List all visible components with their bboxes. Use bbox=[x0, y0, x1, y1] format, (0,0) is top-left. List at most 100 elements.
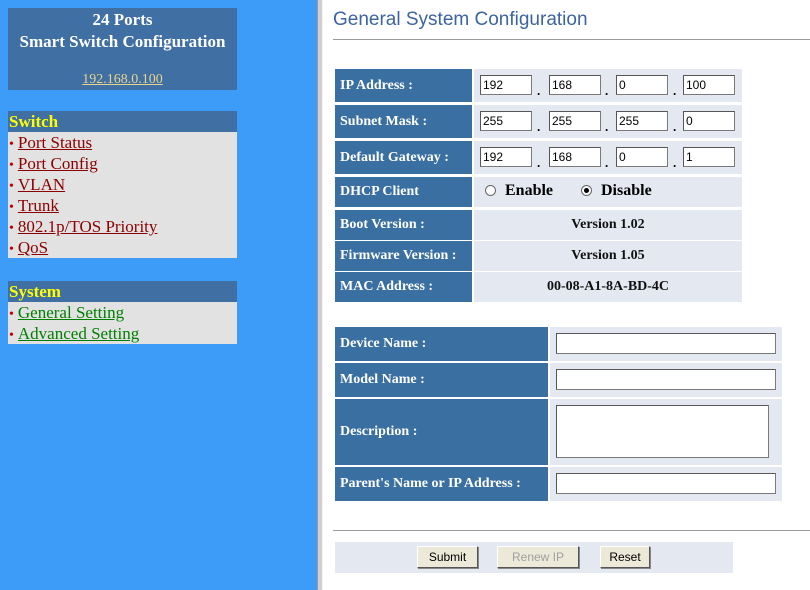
dhcp-label: DHCP Client bbox=[335, 177, 472, 207]
bullet-icon: • bbox=[9, 158, 14, 173]
bullet-icon: • bbox=[9, 328, 14, 343]
switch-menu-title: Switch bbox=[8, 111, 237, 132]
ip-octet-1[interactable] bbox=[480, 75, 532, 95]
gateway-cell: . . . bbox=[474, 141, 742, 174]
gateway-octet-1[interactable] bbox=[480, 147, 532, 167]
device-name-row: Device Name : bbox=[335, 327, 782, 361]
nav-item-general-setting[interactable]: • General Setting bbox=[8, 302, 237, 323]
nav-item-port-config[interactable]: • Port Config bbox=[8, 153, 237, 174]
ip-dot: . bbox=[537, 83, 541, 98]
ip-address-cell: . . . bbox=[474, 69, 742, 102]
device-ports-title: 24 Ports bbox=[92, 10, 153, 29]
model-name-label: Model Name : bbox=[335, 363, 548, 397]
nav-link-advanced-setting[interactable]: Advanced Setting bbox=[18, 324, 139, 343]
nav-link-vlan[interactable]: VLAN bbox=[18, 175, 65, 194]
submit-button[interactable]: Submit bbox=[417, 546, 478, 568]
mask-octet-1[interactable] bbox=[480, 111, 532, 131]
button-bar: Submit Renew IP Reset bbox=[335, 542, 733, 573]
parent-label: Parent's Name or IP Address : bbox=[335, 467, 548, 501]
dhcp-enable-radio[interactable] bbox=[485, 185, 496, 196]
description-label: Description : bbox=[335, 399, 548, 465]
mask-octet-4[interactable] bbox=[683, 111, 735, 131]
device-ip-link[interactable]: 192.168.0.100 bbox=[8, 71, 237, 89]
nav-item-qos[interactable]: • QoS bbox=[8, 237, 237, 258]
bullet-icon: • bbox=[9, 179, 14, 194]
nav-item-port-status[interactable]: • Port Status bbox=[8, 132, 237, 153]
gateway-octet-3[interactable] bbox=[616, 147, 668, 167]
mask-octet-2[interactable] bbox=[549, 111, 601, 131]
reset-button[interactable]: Reset bbox=[600, 546, 650, 568]
nav-item-priority[interactable]: • 802.1p/TOS Priority bbox=[8, 216, 237, 237]
nav-link-priority[interactable]: 802.1p/TOS Priority bbox=[18, 217, 157, 236]
device-config-title: Smart Switch Configuration bbox=[19, 32, 226, 51]
ip-octet-2[interactable] bbox=[549, 75, 601, 95]
ip-address-label: IP Address : bbox=[335, 69, 472, 102]
dhcp-enable-label[interactable]: Enable bbox=[505, 182, 553, 200]
buttons-rule bbox=[333, 530, 810, 532]
mask-octet-3[interactable] bbox=[616, 111, 668, 131]
subnet-mask-label: Subnet Mask : bbox=[335, 105, 472, 138]
bullet-icon: • bbox=[9, 200, 14, 215]
description-cell bbox=[550, 399, 782, 465]
ip-dot: . bbox=[673, 119, 677, 134]
system-menu: System • General Setting • Advanced Settin… bbox=[8, 281, 237, 344]
ip-octet-4[interactable] bbox=[683, 75, 735, 95]
ip-dot: . bbox=[537, 155, 541, 170]
gateway-row: Default Gateway : . . . bbox=[335, 141, 742, 174]
device-name-label: Device Name : bbox=[335, 327, 548, 361]
description-textarea[interactable] bbox=[556, 405, 769, 458]
firmware-version-value: Version 1.05 bbox=[474, 241, 742, 271]
boot-version-label: Boot Version : bbox=[335, 210, 472, 240]
dhcp-disable-radio[interactable] bbox=[581, 185, 592, 196]
ip-dot: . bbox=[673, 83, 677, 98]
ip-dot: . bbox=[537, 119, 541, 134]
nav-link-general-setting[interactable]: General Setting bbox=[18, 303, 124, 322]
nav-link-port-status[interactable]: Port Status bbox=[18, 133, 92, 152]
dhcp-disable-label[interactable]: Disable bbox=[601, 182, 652, 200]
mac-address-value: 00-08-A1-8A-BD-4C bbox=[474, 272, 742, 302]
gateway-octet-4[interactable] bbox=[683, 147, 735, 167]
boot-version-value: Version 1.02 bbox=[474, 210, 742, 240]
device-name-cell bbox=[550, 327, 782, 361]
ip-address-row: IP Address : . . . bbox=[335, 69, 742, 102]
nav-item-vlan[interactable]: • VLAN bbox=[8, 174, 237, 195]
device-name-input[interactable] bbox=[556, 333, 776, 354]
ip-dot: . bbox=[673, 155, 677, 170]
nav-item-advanced-setting[interactable]: • Advanced Setting bbox=[8, 323, 237, 344]
mac-address-label: MAC Address : bbox=[335, 272, 472, 302]
gateway-label: Default Gateway : bbox=[335, 141, 472, 174]
bullet-icon: • bbox=[9, 242, 14, 257]
nav-link-qos[interactable]: QoS bbox=[18, 238, 48, 257]
nav-link-trunk[interactable]: Trunk bbox=[18, 196, 59, 215]
gateway-octet-2[interactable] bbox=[549, 147, 601, 167]
subnet-mask-cell: . . . bbox=[474, 105, 742, 138]
model-name-row: Model Name : bbox=[335, 363, 782, 397]
title-rule bbox=[333, 39, 810, 41]
description-row: Description : bbox=[335, 399, 782, 465]
renew-ip-button[interactable]: Renew IP bbox=[497, 546, 579, 568]
dhcp-row: DHCP Client Enable Disable bbox=[335, 177, 742, 207]
page-title: General System Configuration bbox=[333, 9, 588, 30]
nav-panel: 24 Ports Smart Switch Configuration 192.… bbox=[0, 0, 317, 590]
parent-input[interactable] bbox=[556, 473, 776, 494]
firmware-version-label: Firmware Version : bbox=[335, 241, 472, 271]
ip-dot: . bbox=[605, 119, 609, 134]
nav-item-trunk[interactable]: • Trunk bbox=[8, 195, 237, 216]
system-menu-title: System bbox=[8, 281, 237, 302]
ip-dot: . bbox=[605, 83, 609, 98]
model-name-input[interactable] bbox=[556, 369, 776, 390]
parent-row: Parent's Name or IP Address : bbox=[335, 467, 782, 501]
boot-version-row: Boot Version : Version 1.02 bbox=[335, 210, 742, 240]
switch-menu: Switch • Port Status • Port Config • VLAN •… bbox=[8, 111, 237, 258]
ip-dot: . bbox=[605, 155, 609, 170]
model-name-cell bbox=[550, 363, 782, 397]
frame-divider[interactable] bbox=[317, 0, 323, 590]
dhcp-cell: Enable Disable bbox=[474, 177, 742, 207]
mac-address-row: MAC Address : 00-08-A1-8A-BD-4C bbox=[335, 272, 742, 302]
bullet-icon: • bbox=[9, 221, 14, 236]
ip-octet-3[interactable] bbox=[616, 75, 668, 95]
subnet-mask-row: Subnet Mask : . . . bbox=[335, 105, 742, 138]
nav-link-port-config[interactable]: Port Config bbox=[18, 154, 98, 173]
nav-header: 24 Ports Smart Switch Configuration 192.… bbox=[8, 8, 237, 90]
bullet-icon: • bbox=[9, 307, 14, 322]
